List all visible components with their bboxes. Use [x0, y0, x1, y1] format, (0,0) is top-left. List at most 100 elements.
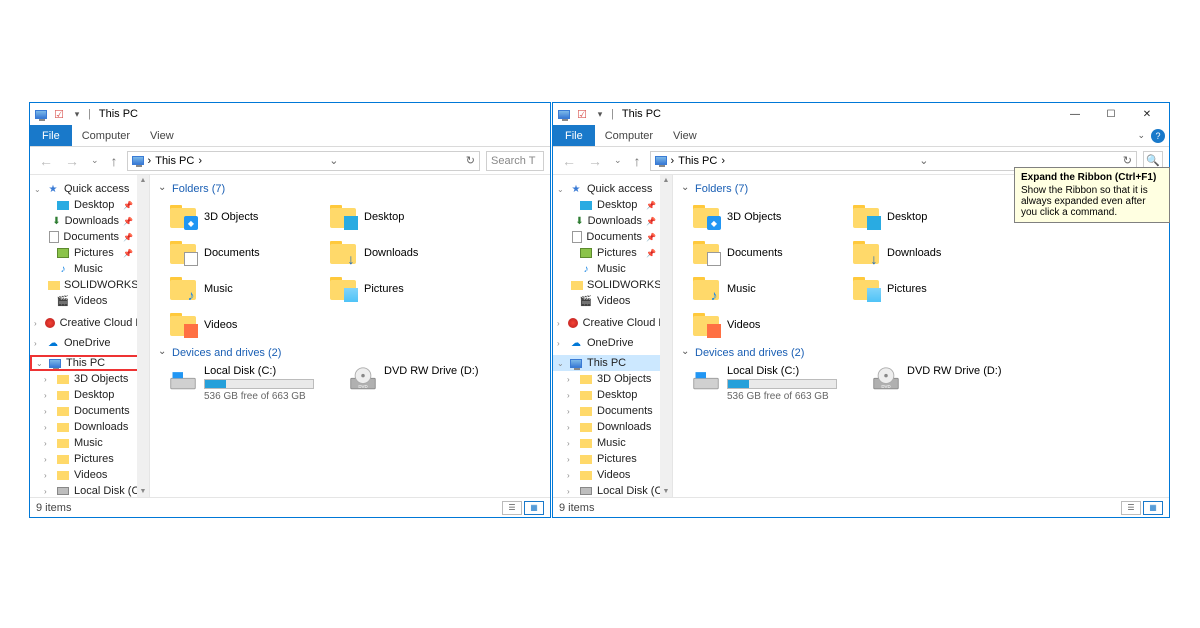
section-folders[interactable]: Folders (7) — [154, 179, 546, 199]
drive-dvd[interactable]: DVD DVD RW Drive (D:) — [869, 363, 1049, 404]
tree-quick-access[interactable]: ⌄★Quick access — [553, 181, 672, 197]
folder-3d-objects[interactable]: ◆3D Objects — [166, 199, 326, 235]
tree-qa-pictures[interactable]: Pictures📌 — [30, 245, 149, 261]
nav-recent-icon[interactable]: ⌄ — [611, 155, 625, 166]
tree-qa-documents[interactable]: Documents📌 — [553, 229, 672, 245]
tree-quick-access[interactable]: ⌄★Quick access — [30, 181, 149, 197]
tree-pc-videos[interactable]: ›Videos — [553, 467, 672, 483]
folder-music[interactable]: ♪Music — [689, 271, 849, 307]
nav-up-icon[interactable]: ↑ — [108, 153, 121, 169]
folder-desktop[interactable]: Desktop — [849, 199, 1009, 235]
tree-qa-music[interactable]: ♪Music — [553, 261, 672, 277]
address-bar[interactable]: › This PC › ⌄ ↻ — [127, 151, 480, 171]
view-details-icon[interactable]: ☰ — [1121, 501, 1141, 515]
tree-qa-downloads[interactable]: ⬇Downloads📌 — [553, 213, 672, 229]
folder-pictures[interactable]: Pictures — [849, 271, 1009, 307]
tab-view[interactable]: View — [663, 125, 707, 146]
tree-qa-videos[interactable]: 🎬Videos — [30, 293, 149, 309]
tree-pc-pictures[interactable]: ›Pictures — [553, 451, 672, 467]
close-button[interactable]: ✕ — [1129, 103, 1165, 125]
folder-downloads[interactable]: ↓Downloads — [849, 235, 1009, 271]
tree-qa-downloads[interactable]: ⬇Downloads📌 — [30, 213, 149, 229]
tab-computer[interactable]: Computer — [595, 125, 663, 146]
tree-scrollbar[interactable]: ▲▼ — [660, 175, 672, 497]
tree-this-pc[interactable]: ⌄This PC — [553, 355, 672, 371]
help-icon[interactable]: ? — [1151, 129, 1165, 143]
tab-file[interactable]: File — [553, 125, 595, 146]
tree-pc-documents[interactable]: ›Documents — [553, 403, 672, 419]
view-details-icon[interactable]: ☰ — [502, 501, 522, 515]
maximize-button[interactable]: ☐ — [1093, 103, 1129, 125]
tree-pc-pictures[interactable]: ›Pictures — [30, 451, 149, 467]
tree-creative-cloud[interactable]: ›Creative Cloud Fil — [30, 315, 149, 331]
folder-pictures[interactable]: Pictures — [326, 271, 486, 307]
quick-prop-icon[interactable]: ☑ — [575, 107, 589, 121]
tree-onedrive[interactable]: ›☁OneDrive — [553, 335, 672, 351]
tree-qa-desktop[interactable]: Desktop📌 — [30, 197, 149, 213]
tree-qa-music[interactable]: ♪Music — [30, 261, 149, 277]
folder-music[interactable]: ♪Music — [166, 271, 326, 307]
section-drives[interactable]: Devices and drives (2) — [154, 343, 546, 363]
tree-qa-pictures[interactable]: Pictures📌 — [553, 245, 672, 261]
tree-pc-localdisk[interactable]: ›Local Disk (C:) — [553, 483, 672, 497]
folder-documents[interactable]: Documents — [689, 235, 849, 271]
nav-forward-icon[interactable]: → — [62, 153, 82, 169]
addr-drop-icon[interactable]: ⌄ — [919, 154, 928, 167]
folder-videos[interactable]: Videos — [166, 307, 326, 343]
tree-this-pc[interactable]: ⌄This PC — [30, 355, 149, 371]
tree-pc-3d[interactable]: ›3D Objects — [30, 371, 149, 387]
drive-local-c[interactable]: Local Disk (C:) 536 GB free of 663 GB — [689, 363, 869, 404]
view-tiles-icon[interactable]: ▦ — [524, 501, 544, 515]
folder-videos[interactable]: Videos — [689, 307, 849, 343]
nav-back-icon[interactable]: ← — [559, 153, 579, 169]
titlebar[interactable]: ☑ ▾ | This PC — [30, 103, 550, 125]
nav-forward-icon[interactable]: → — [585, 153, 605, 169]
tree-pc-3d[interactable]: ›3D Objects — [553, 371, 672, 387]
tree-onedrive[interactable]: ›☁OneDrive — [30, 335, 149, 351]
folder-3d-objects[interactable]: ◆3D Objects — [689, 199, 849, 235]
refresh-icon[interactable]: ↻ — [466, 154, 475, 167]
drop-icon[interactable]: ▾ — [70, 107, 84, 121]
drive-local-c[interactable]: Local Disk (C:) 536 GB free of 663 GB — [166, 363, 346, 404]
tree-pc-localdisk[interactable]: ›Local Disk (C:) — [30, 483, 149, 497]
section-drives[interactable]: Devices and drives (2) — [677, 343, 1165, 363]
folder-documents[interactable]: Documents — [166, 235, 326, 271]
nav-back-icon[interactable]: ← — [36, 153, 56, 169]
breadcrumb-this-pc[interactable]: This PC — [155, 155, 194, 167]
nav-up-icon[interactable]: ↑ — [631, 153, 644, 169]
search-input[interactable]: Search T — [486, 151, 544, 171]
tree-qa-videos[interactable]: 🎬Videos — [553, 293, 672, 309]
drop-icon[interactable]: ▾ — [593, 107, 607, 121]
refresh-icon[interactable]: ↻ — [1123, 154, 1132, 167]
expand-ribbon-icon[interactable]: ⌄ — [1133, 130, 1149, 141]
nav-tree[interactable]: ⌄★Quick access Desktop📌 ⬇Downloads📌 Docu… — [30, 175, 150, 497]
tab-view[interactable]: View — [140, 125, 184, 146]
tree-creative-cloud[interactable]: ›Creative Cloud Fil — [553, 315, 672, 331]
nav-tree[interactable]: ⌄★Quick access Desktop📌 ⬇Downloads📌 Docu… — [553, 175, 673, 497]
tree-pc-documents[interactable]: ›Documents — [30, 403, 149, 419]
nav-recent-icon[interactable]: ⌄ — [88, 155, 102, 166]
folder-desktop[interactable]: Desktop — [326, 199, 486, 235]
tree-pc-downloads[interactable]: ›Downloads — [553, 419, 672, 435]
tab-computer[interactable]: Computer — [72, 125, 140, 146]
tree-pc-music[interactable]: ›Music — [553, 435, 672, 451]
tree-qa-desktop[interactable]: Desktop📌 — [553, 197, 672, 213]
tab-file[interactable]: File — [30, 125, 72, 146]
tree-scrollbar[interactable]: ▲▼ — [137, 175, 149, 497]
tree-pc-videos[interactable]: ›Videos — [30, 467, 149, 483]
minimize-button[interactable]: — — [1057, 103, 1093, 125]
tree-pc-desktop[interactable]: ›Desktop — [30, 387, 149, 403]
addr-drop-icon[interactable]: ⌄ — [329, 154, 338, 167]
tree-pc-downloads[interactable]: ›Downloads — [30, 419, 149, 435]
quick-prop-icon[interactable]: ☑ — [52, 107, 66, 121]
tree-qa-documents[interactable]: Documents📌 — [30, 229, 149, 245]
tree-pc-desktop[interactable]: ›Desktop — [553, 387, 672, 403]
tree-pc-music[interactable]: ›Music — [30, 435, 149, 451]
drive-dvd[interactable]: DVD DVD RW Drive (D:) — [346, 363, 526, 404]
view-tiles-icon[interactable]: ▦ — [1143, 501, 1163, 515]
titlebar[interactable]: ☑ ▾ | This PC — ☐ ✕ — [553, 103, 1169, 125]
tree-qa-solidworks[interactable]: SOLIDWORKS Co — [553, 277, 672, 293]
tree-qa-solidworks[interactable]: SOLIDWORKS Co — [30, 277, 149, 293]
folder-downloads[interactable]: ↓Downloads — [326, 235, 486, 271]
breadcrumb-this-pc[interactable]: This PC — [678, 155, 717, 167]
